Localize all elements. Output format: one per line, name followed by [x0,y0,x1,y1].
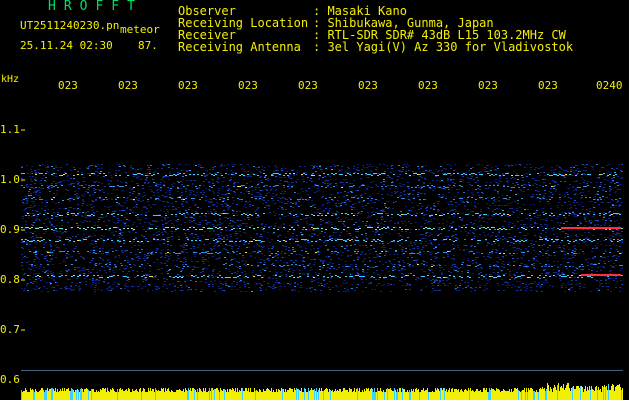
x-tick-label: 023 [58,79,78,92]
x-tick-label: 023 [238,79,258,92]
y-tick-label: 0.7 [0,323,20,336]
y-tick-label: 0.8 [0,273,20,286]
hrofft-window: HROFFT UT2511240230.pn meteor 25.11.24 0… [0,0,629,400]
y-tick-label: 1.1 [0,123,20,136]
spectrogram-plot [21,100,623,366]
count-label: 87. [138,39,158,52]
x-tick-label: 023 [178,79,198,92]
y-tick-label: 0.6 [0,373,20,386]
x-tick-label: 023 [418,79,438,92]
x-tick-label: 023 [478,79,498,92]
antenna-label: Receiving Antenna [178,40,301,54]
level-strip [21,370,623,400]
mode-label: meteor [120,23,160,36]
antenna-value: : 3el Yagi(V) Az 330 for Vladivostok [313,40,574,54]
x-tick-label: 023 [298,79,318,92]
app-title: HROFFT [48,0,143,14]
x-tick-label: 0240 [596,79,623,92]
filename-label: UT2511240230.pn [20,19,120,32]
x-tick-label: 023 [358,79,378,92]
datetime-label: 25.11.24 02:30 [20,39,113,52]
level-bars [21,383,623,400]
x-tick-label: 023 [118,79,138,92]
y-tick-label: 1.0 [0,173,20,186]
y-tick-label: 0.9 [0,223,20,236]
frequency-unit-label: kHz [1,74,20,85]
x-tick-label: 023 [538,79,558,92]
